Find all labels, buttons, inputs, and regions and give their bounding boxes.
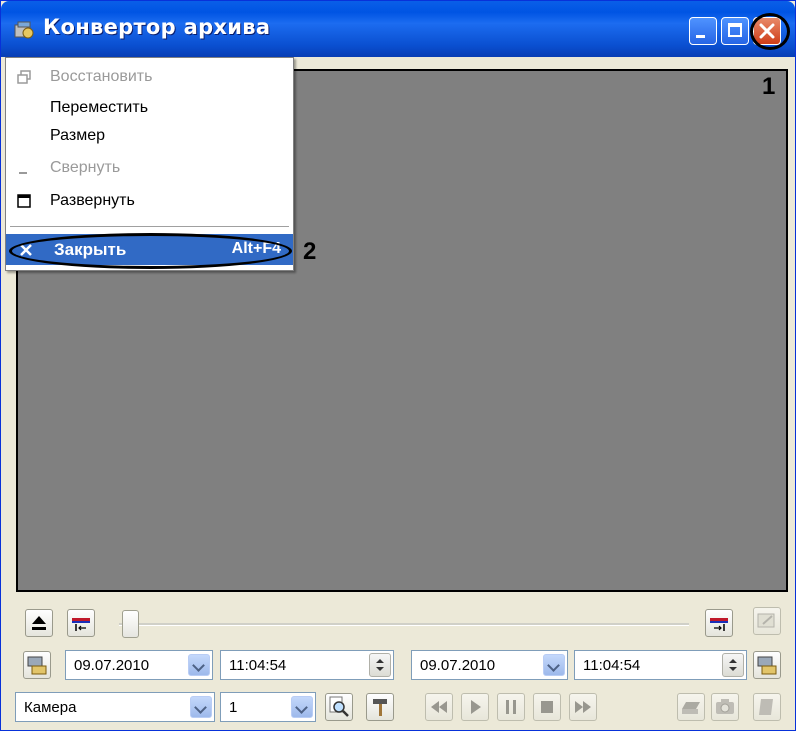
timeline-track[interactable]	[119, 623, 689, 626]
camera-number-select[interactable]: 1	[220, 692, 316, 722]
eject-button[interactable]	[25, 609, 53, 637]
app-icon[interactable]	[13, 19, 35, 41]
chevron-down-icon[interactable]	[291, 696, 313, 718]
menu-item-size[interactable]: Размер	[6, 121, 293, 151]
set-start-marker-button[interactable]	[67, 609, 95, 637]
camera-link-icon	[27, 656, 47, 675]
eject-icon	[32, 616, 46, 630]
camera-icon	[716, 699, 734, 714]
archive-converter-window: Конвертор архива 1 Восстановить Перемест…	[0, 0, 796, 731]
close-item-highlight	[9, 233, 292, 269]
pause-icon	[506, 700, 516, 714]
menu-item-maximize[interactable]: Развернуть	[6, 186, 293, 216]
timeline-slider-thumb[interactable]	[122, 610, 139, 638]
fast-forward-button[interactable]	[569, 693, 597, 721]
rewind-button[interactable]	[425, 693, 453, 721]
end-marker-icon	[710, 618, 728, 631]
search-button[interactable]	[325, 693, 353, 721]
end-camera-button[interactable]	[753, 651, 781, 679]
set-end-marker-button[interactable]	[705, 609, 733, 637]
maximize-icon	[17, 194, 31, 208]
title-bar[interactable]: Конвертор архива	[1, 1, 795, 57]
export-icon	[757, 613, 775, 628]
camera-link-icon	[757, 656, 777, 675]
close-button-highlight	[750, 13, 790, 50]
end-time-field[interactable]: 11:04:54	[574, 650, 747, 680]
end-date-picker[interactable]: 09.07.2010	[411, 650, 568, 680]
snapshot-button[interactable]	[711, 693, 739, 721]
fast-forward-icon	[575, 701, 591, 713]
print-button[interactable]	[677, 693, 705, 721]
spinner-icon[interactable]	[369, 653, 391, 677]
search-icon	[329, 696, 349, 717]
stop-icon	[541, 701, 553, 713]
maximize-button[interactable]	[721, 17, 749, 45]
start-camera-button[interactable]	[23, 651, 51, 679]
annotation-marker-2: 2	[303, 238, 317, 265]
export-button[interactable]	[753, 607, 781, 635]
chevron-down-icon[interactable]	[543, 654, 565, 676]
menu-item-minimize[interactable]: Свернуть	[6, 153, 293, 183]
document-icon	[759, 699, 773, 715]
hammer-icon	[373, 699, 387, 716]
menu-item-move[interactable]: Переместить	[6, 93, 293, 123]
settings-button[interactable]	[366, 693, 394, 721]
play-button[interactable]	[461, 693, 489, 721]
save-frame-button[interactable]	[753, 693, 781, 721]
chevron-down-icon[interactable]	[190, 696, 212, 718]
minimize-icon	[19, 172, 27, 174]
restore-icon	[17, 70, 31, 84]
pause-button[interactable]	[497, 693, 525, 721]
start-date-picker[interactable]: 09.07.2010	[65, 650, 213, 680]
stop-button[interactable]	[533, 693, 561, 721]
start-marker-icon	[72, 618, 90, 631]
window-title: Конвертор архива	[43, 15, 271, 39]
chevron-down-icon[interactable]	[188, 654, 210, 676]
menu-item-restore[interactable]: Восстановить	[6, 62, 293, 92]
menu-separator	[10, 226, 289, 227]
spinner-icon[interactable]	[722, 653, 744, 677]
play-icon	[471, 700, 481, 714]
minimize-button[interactable]	[689, 17, 717, 45]
annotation-marker-1: 1	[762, 73, 776, 100]
rewind-icon	[431, 701, 447, 713]
start-time-field[interactable]: 11:04:54	[220, 650, 394, 680]
camera-select[interactable]: Камера	[15, 692, 215, 722]
print-icon	[682, 702, 700, 714]
